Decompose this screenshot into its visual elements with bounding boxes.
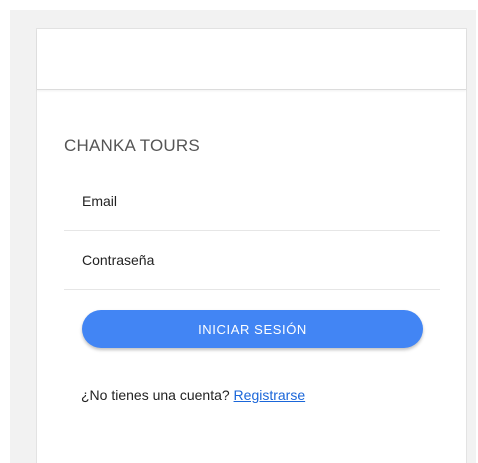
login-button[interactable]: INICIAR SESIÓN [82, 310, 423, 348]
password-field-row [64, 231, 440, 290]
signup-row: ¿No tienes una cuenta? Registrarse [81, 387, 305, 403]
signup-prompt: ¿No tienes una cuenta? [81, 387, 230, 403]
brand-title: CHANKA TOURS [64, 136, 200, 155]
password-input[interactable] [82, 231, 422, 289]
register-link[interactable]: Registrarse [234, 387, 306, 403]
card-header [37, 29, 466, 90]
email-input[interactable] [82, 172, 422, 230]
login-card: CHANKA TOURS INICIAR SESIÓN ¿No tienes u… [36, 28, 467, 463]
email-field-row [64, 172, 440, 231]
